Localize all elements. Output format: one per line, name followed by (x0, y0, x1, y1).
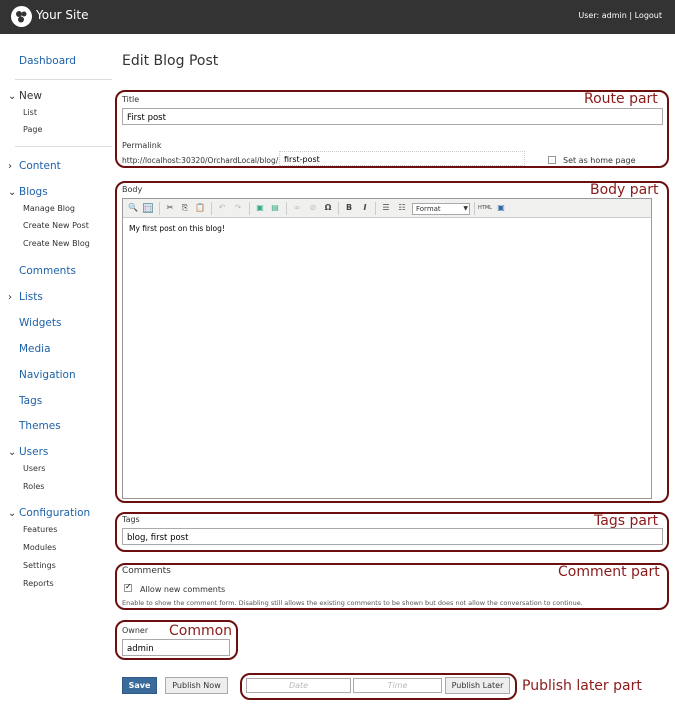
nav-dashboard[interactable]: Dashboard (19, 55, 76, 67)
tags-input[interactable]: blog, first post (122, 528, 663, 545)
chevron-down-icon[interactable]: ⌄ (8, 91, 16, 102)
copy-icon[interactable]: ⎘ (180, 203, 190, 213)
body-label: Body (122, 185, 143, 194)
nav-create-blog[interactable]: Create New Blog (23, 239, 90, 248)
nav-new-page[interactable]: Page (23, 125, 42, 134)
common-part-label: Common (169, 623, 233, 639)
permalink-input[interactable]: first-post (279, 151, 525, 166)
nav-settings[interactable]: Settings (23, 561, 56, 570)
owner-input[interactable]: admin (122, 639, 230, 656)
title-input[interactable]: First post (122, 108, 663, 125)
nav-media[interactable]: Media (19, 343, 51, 355)
chevron-right-icon[interactable]: › (8, 161, 12, 172)
admin-sidebar: Dashboard ⌄ New List Page › Content ⌄ Bl… (0, 34, 120, 705)
divider (375, 202, 376, 215)
date-input[interactable]: Date (246, 678, 351, 693)
divider (211, 202, 212, 215)
user-name[interactable]: admin (602, 11, 627, 20)
tags-label: Tags (122, 515, 140, 524)
nav-tags[interactable]: Tags (19, 395, 42, 407)
nav-new-list[interactable]: List (23, 108, 37, 117)
site-name[interactable]: Your Site (36, 8, 88, 22)
italic-icon[interactable]: I (360, 203, 370, 213)
chevron-down-icon[interactable]: ⌄ (8, 447, 16, 458)
nav-modules[interactable]: Modules (23, 543, 56, 552)
insert-media-icon[interactable]: ▤ (270, 203, 280, 213)
bullet-list-icon[interactable]: ☷ (397, 203, 407, 213)
divider (338, 202, 339, 215)
find-icon[interactable]: 🔍 (128, 203, 138, 213)
nav-configuration[interactable]: Configuration (19, 507, 90, 519)
undo-icon[interactable]: ↶ (217, 203, 227, 213)
nav-comments[interactable]: Comments (19, 265, 76, 277)
nav-users-roles[interactable]: Roles (23, 482, 44, 491)
nav-features[interactable]: Features (23, 525, 57, 534)
nav-widgets[interactable]: Widgets (19, 317, 61, 329)
fullscreen-icon[interactable]: ▣ (496, 203, 506, 213)
logout-link[interactable]: Logout (635, 11, 662, 20)
tags-part-label: Tags part (594, 513, 659, 529)
comments-help-text: Enable to show the comment form. Disabli… (122, 599, 583, 607)
link-icon[interactable]: ∞ (292, 203, 302, 213)
home-page-checkbox[interactable] (548, 156, 556, 164)
chevron-down-icon[interactable]: ⌄ (8, 508, 16, 519)
format-select[interactable]: Format ▼ (412, 203, 470, 215)
numbered-list-icon[interactable]: ☰ (381, 203, 391, 213)
top-bar: Your Site User: admin | Logout (0, 0, 675, 34)
editor-toolbar: 🔍 ⬚ ✂ ⎘ 📋 ↶ ↷ ▣ ▤ ∞ ⊘ Ω B I ☰ ☷ Format ▼… (123, 199, 651, 218)
insert-image-icon[interactable]: ▣ (255, 203, 265, 213)
publish-later-part-label: Publish later part (522, 678, 642, 694)
permalink-label: Permalink (122, 141, 162, 150)
home-page-label: Set as home page (563, 156, 636, 165)
page-title: Edit Blog Post (122, 53, 219, 69)
allow-comments-label: Allow new comments (140, 585, 226, 594)
redo-icon[interactable]: ↷ (233, 203, 243, 213)
divider (474, 202, 475, 215)
comment-part-label: Comment part (558, 564, 660, 580)
nav-manage-blog[interactable]: Manage Blog (23, 204, 75, 213)
nav-users-users[interactable]: Users (23, 464, 45, 473)
allow-comments-checkbox[interactable] (124, 582, 132, 592)
dropdown-arrow-icon: ▼ (463, 205, 468, 212)
time-input[interactable]: Time (353, 678, 442, 693)
format-select-value: Format (416, 205, 441, 213)
divider (286, 202, 287, 215)
special-character-icon[interactable]: Ω (323, 203, 333, 213)
user-box: User: admin | Logout (578, 11, 662, 20)
publish-now-button[interactable]: Publish Now (165, 677, 228, 694)
rich-text-editor: 🔍 ⬚ ✂ ⎘ 📋 ↶ ↷ ▣ ▤ ∞ ⊘ Ω B I ☰ ☷ Format ▼… (122, 198, 652, 499)
unlink-icon[interactable]: ⊘ (308, 203, 318, 213)
orchard-logo-icon[interactable] (11, 6, 32, 27)
nav-new[interactable]: New (19, 90, 42, 102)
nav-create-post[interactable]: Create New Post (23, 221, 89, 230)
html-source-icon[interactable]: HTML (478, 203, 492, 213)
chevron-right-icon[interactable]: › (8, 292, 12, 303)
comments-label: Comments (122, 566, 171, 576)
select-all-icon[interactable]: ⬚ (143, 203, 153, 213)
divider (249, 202, 250, 215)
cut-icon[interactable]: ✂ (165, 203, 175, 213)
chevron-down-icon[interactable]: ⌄ (8, 187, 16, 198)
permalink-prefix: http://localhost:30320/OrchardLocal/blog… (122, 156, 279, 165)
nav-lists[interactable]: Lists (19, 291, 43, 303)
nav-blogs[interactable]: Blogs (19, 186, 48, 198)
editor-content[interactable]: My first post on this blog! (129, 224, 225, 233)
nav-reports[interactable]: Reports (23, 579, 54, 588)
bold-icon[interactable]: B (344, 203, 354, 213)
route-part-label: Route part (584, 91, 658, 107)
publish-later-button[interactable]: Publish Later (445, 677, 510, 694)
save-button[interactable]: Save (122, 677, 157, 694)
divider (15, 146, 112, 147)
nav-navigation[interactable]: Navigation (19, 369, 76, 381)
paste-icon[interactable]: 📋 (195, 203, 205, 213)
divider (15, 79, 112, 80)
nav-themes[interactable]: Themes (19, 420, 61, 432)
nav-content[interactable]: Content (19, 160, 61, 172)
nav-users[interactable]: Users (19, 446, 48, 458)
user-prefix: User: (578, 11, 602, 20)
owner-label: Owner (122, 626, 149, 635)
divider (159, 202, 160, 215)
body-part-label: Body part (590, 182, 659, 198)
title-label: Title (122, 95, 140, 104)
